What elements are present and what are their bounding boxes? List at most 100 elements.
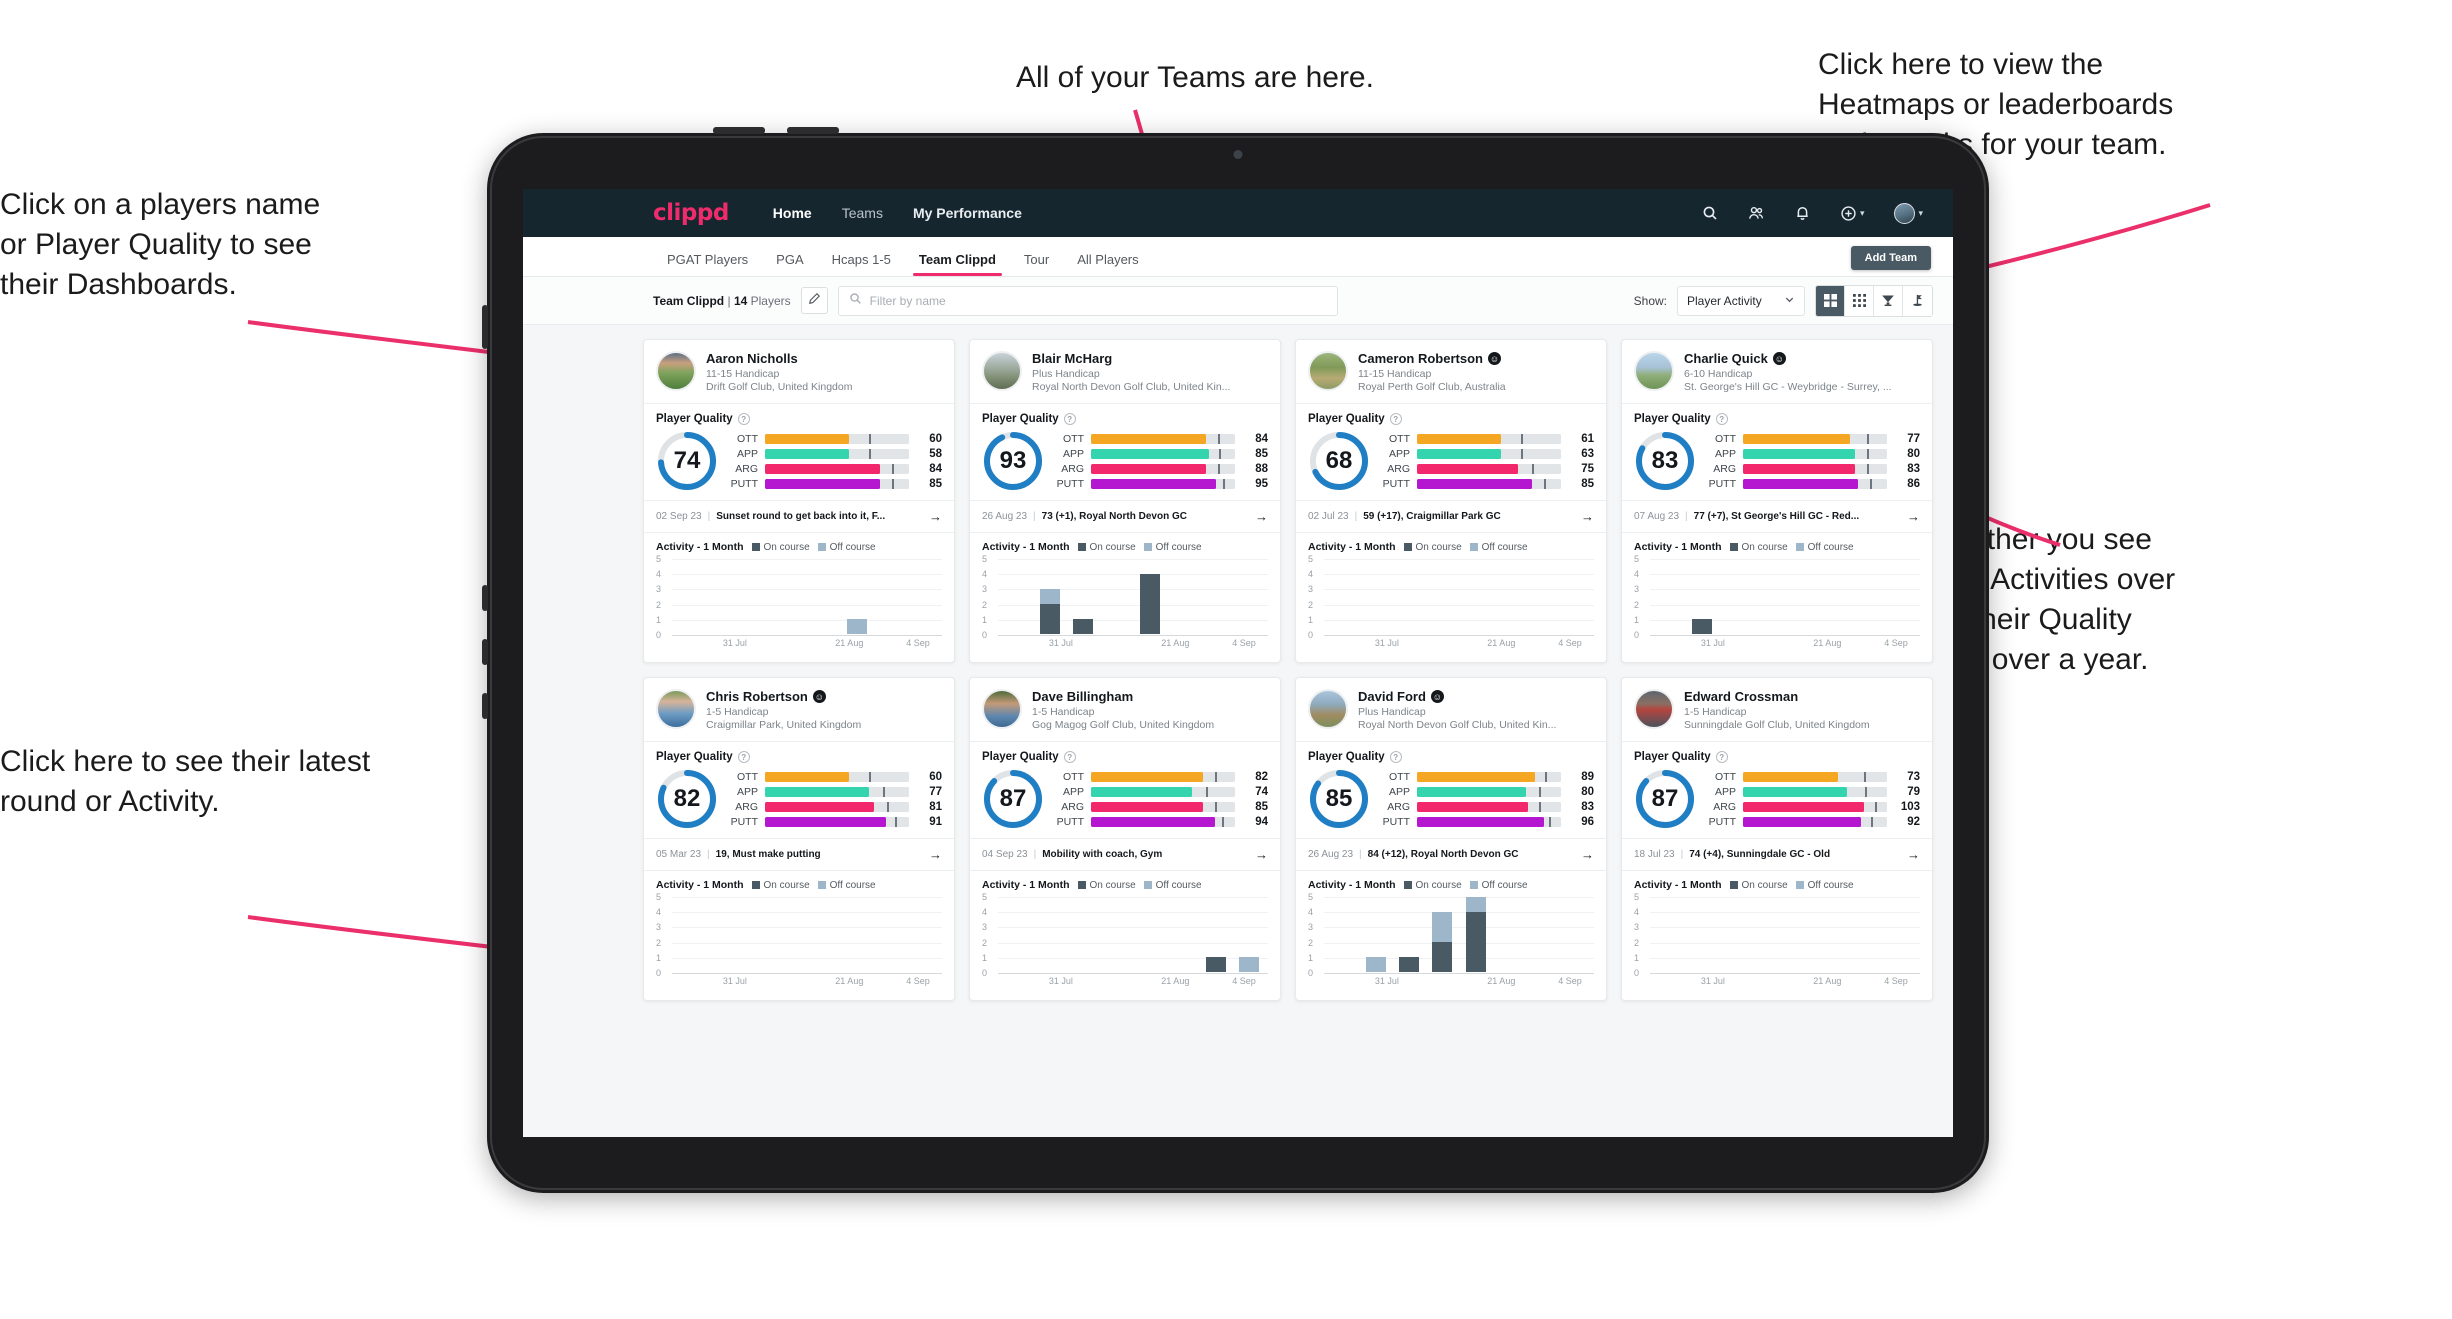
- bell-icon[interactable]: [1795, 205, 1810, 221]
- side-button-1[interactable]: [482, 305, 488, 349]
- help-icon[interactable]: ?: [737, 751, 750, 763]
- player-card-header[interactable]: Dave Billingham 1-5 Handicap Gog Magog G…: [970, 678, 1280, 741]
- player-name[interactable]: David Ford ☺: [1358, 689, 1556, 704]
- player-avatar[interactable]: [1308, 351, 1348, 391]
- player-grid: Aaron Nicholls 11-15 Handicap Drift Golf…: [643, 339, 1933, 1001]
- latest-round-row[interactable]: 26 Aug 23 | 84 (+12), Royal North Devon …: [1296, 838, 1606, 871]
- side-button-2[interactable]: [482, 585, 488, 611]
- latest-round-row[interactable]: 07 Aug 23 | 77 (+7), St George's Hill GC…: [1622, 500, 1932, 533]
- player-name[interactable]: Chris Robertson ☺: [706, 689, 861, 704]
- clippd-logo[interactable]: clippd: [653, 200, 729, 226]
- help-icon[interactable]: ?: [1063, 413, 1076, 425]
- help-icon[interactable]: ?: [1389, 751, 1402, 763]
- flag-course-view-button[interactable]: [1903, 285, 1932, 316]
- show-select[interactable]: Player Activity: [1677, 285, 1805, 316]
- player-card-header[interactable]: Charlie Quick ☺ 6-10 Handicap St. George…: [1622, 340, 1932, 403]
- tab-team-clippd[interactable]: Team Clippd: [905, 252, 1010, 276]
- chart-y-tick: 1: [982, 952, 988, 963]
- player-quality-section[interactable]: Player Quality ? 87 OTT 82 APP 74 ARG 85…: [970, 742, 1280, 838]
- tab-all-players[interactable]: All Players: [1063, 252, 1152, 276]
- player-card-header[interactable]: Aaron Nicholls 11-15 Handicap Drift Golf…: [644, 340, 954, 403]
- help-icon[interactable]: ?: [1063, 751, 1076, 763]
- player-card[interactable]: Dave Billingham 1-5 Handicap Gog Magog G…: [969, 677, 1281, 1001]
- player-avatar[interactable]: [1308, 689, 1348, 729]
- chart-y-tick: 3: [656, 922, 662, 933]
- latest-round-row[interactable]: 05 Mar 23 | 19, Must make putting →: [644, 838, 954, 871]
- nav-link-home[interactable]: Home: [773, 205, 812, 221]
- chevron-down-icon-avatar[interactable]: ▾: [1918, 208, 1923, 219]
- player-quality-section[interactable]: Player Quality ? 93 OTT 84 APP 85 ARG 88…: [970, 404, 1280, 500]
- tab-tour[interactable]: Tour: [1010, 252, 1063, 276]
- player-card[interactable]: Charlie Quick ☺ 6-10 Handicap St. George…: [1621, 339, 1933, 663]
- volume-up-button[interactable]: [713, 127, 765, 134]
- player-quality-section[interactable]: Player Quality ? 74 OTT 60 APP 58 ARG 84…: [644, 404, 954, 500]
- player-name[interactable]: Blair McHarg: [1032, 351, 1230, 366]
- grid-small-view-button[interactable]: [1845, 285, 1874, 316]
- player-name[interactable]: Charlie Quick ☺: [1684, 351, 1892, 366]
- arrow-right-icon[interactable]: →: [1575, 847, 1594, 862]
- player-avatar[interactable]: [1634, 689, 1674, 729]
- player-avatar[interactable]: [656, 689, 696, 729]
- grid-large-view-button[interactable]: [1816, 285, 1845, 316]
- player-name[interactable]: Cameron Robertson ☺: [1358, 351, 1506, 366]
- player-card[interactable]: Chris Robertson ☺ 1-5 Handicap Craigmill…: [643, 677, 955, 1001]
- search-icon[interactable]: [1702, 205, 1718, 221]
- player-quality-section[interactable]: Player Quality ? 87 OTT 73 APP 79 ARG 10…: [1622, 742, 1932, 838]
- arrow-right-icon[interactable]: →: [1249, 509, 1268, 524]
- player-card[interactable]: Cameron Robertson ☺ 11-15 Handicap Royal…: [1295, 339, 1607, 663]
- latest-round-row[interactable]: 02 Jul 23 | 59 (+17), Craigmillar Park G…: [1296, 500, 1606, 533]
- player-quality-section[interactable]: Player Quality ? 85 OTT 89 APP 80 ARG 83…: [1296, 742, 1606, 838]
- arrow-right-icon[interactable]: →: [923, 847, 942, 862]
- latest-round-row[interactable]: 18 Jul 23 | 74 (+4), Sunningdale GC - Ol…: [1622, 838, 1932, 871]
- player-card-header[interactable]: Cameron Robertson ☺ 11-15 Handicap Royal…: [1296, 340, 1606, 403]
- player-name[interactable]: Dave Billingham: [1032, 689, 1214, 704]
- arrow-right-icon[interactable]: →: [1575, 509, 1594, 524]
- latest-round-row[interactable]: 02 Sep 23 | Sunset round to get back int…: [644, 500, 954, 533]
- volume-down-button[interactable]: [787, 127, 839, 134]
- tab-hcaps-1-5[interactable]: Hcaps 1-5: [818, 252, 905, 276]
- player-quality-section[interactable]: Player Quality ? 83 OTT 77 APP 80 ARG 83…: [1622, 404, 1932, 500]
- side-button-4[interactable]: [482, 693, 488, 719]
- latest-round-row[interactable]: 04 Sep 23 | Mobility with coach, Gym →: [970, 838, 1280, 871]
- latest-round-row[interactable]: 26 Aug 23 | 73 (+1), Royal North Devon G…: [970, 500, 1280, 533]
- help-icon[interactable]: ?: [1389, 413, 1402, 425]
- arrow-right-icon[interactable]: →: [1901, 509, 1920, 524]
- people-icon[interactable]: [1748, 205, 1765, 221]
- player-card[interactable]: Edward Crossman 1-5 Handicap Sunningdale…: [1621, 677, 1933, 1001]
- nav-link-my-performance[interactable]: My Performance: [913, 205, 1022, 221]
- player-card-header[interactable]: Blair McHarg Plus Handicap Royal North D…: [970, 340, 1280, 403]
- help-icon[interactable]: ?: [737, 413, 750, 425]
- arrow-right-icon[interactable]: →: [1249, 847, 1268, 862]
- tab-pgat-players[interactable]: PGAT Players: [653, 252, 762, 276]
- player-quality-section[interactable]: Player Quality ? 82 OTT 60 APP 77 ARG 81…: [644, 742, 954, 838]
- player-card[interactable]: Aaron Nicholls 11-15 Handicap Drift Golf…: [643, 339, 955, 663]
- player-avatar[interactable]: [1634, 351, 1674, 391]
- plus-circle-icon[interactable]: ▾: [1840, 205, 1865, 222]
- nav-link-teams[interactable]: Teams: [842, 205, 883, 221]
- tab-pga[interactable]: PGA: [762, 252, 817, 276]
- player-card-header[interactable]: David Ford ☺ Plus Handicap Royal North D…: [1296, 678, 1606, 741]
- player-avatar[interactable]: [982, 351, 1022, 391]
- side-button-3[interactable]: [482, 639, 488, 665]
- player-name[interactable]: Aaron Nicholls: [706, 351, 852, 366]
- player-card-header[interactable]: Edward Crossman 1-5 Handicap Sunningdale…: [1622, 678, 1932, 741]
- arrow-right-icon[interactable]: →: [1901, 847, 1920, 862]
- player-card-header[interactable]: Chris Robertson ☺ 1-5 Handicap Craigmill…: [644, 678, 954, 741]
- help-icon[interactable]: ?: [1715, 751, 1728, 763]
- player-card[interactable]: David Ford ☺ Plus Handicap Royal North D…: [1295, 677, 1607, 1001]
- player-avatar[interactable]: [656, 351, 696, 391]
- player-quality-section[interactable]: Player Quality ? 68 OTT 61 APP 63 ARG 75…: [1296, 404, 1606, 500]
- help-icon[interactable]: ?: [1715, 413, 1728, 425]
- avatar[interactable]: ▾: [1894, 202, 1923, 224]
- arrow-right-icon[interactable]: →: [923, 509, 942, 524]
- search-input[interactable]: Filter by name: [837, 285, 1338, 316]
- player-name[interactable]: Edward Crossman: [1684, 689, 1870, 704]
- chevron-down-icon[interactable]: ▾: [1860, 208, 1865, 219]
- trophy-leaderboard-view-button[interactable]: [1874, 285, 1903, 316]
- edit-team-button[interactable]: [800, 287, 828, 314]
- player-quality-title: Player Quality ?: [1308, 413, 1594, 425]
- player-card[interactable]: Blair McHarg Plus Handicap Royal North D…: [969, 339, 1281, 663]
- add-team-button[interactable]: Add Team: [1850, 246, 1931, 270]
- metric-label: APP: [736, 785, 758, 798]
- player-avatar[interactable]: [982, 689, 1022, 729]
